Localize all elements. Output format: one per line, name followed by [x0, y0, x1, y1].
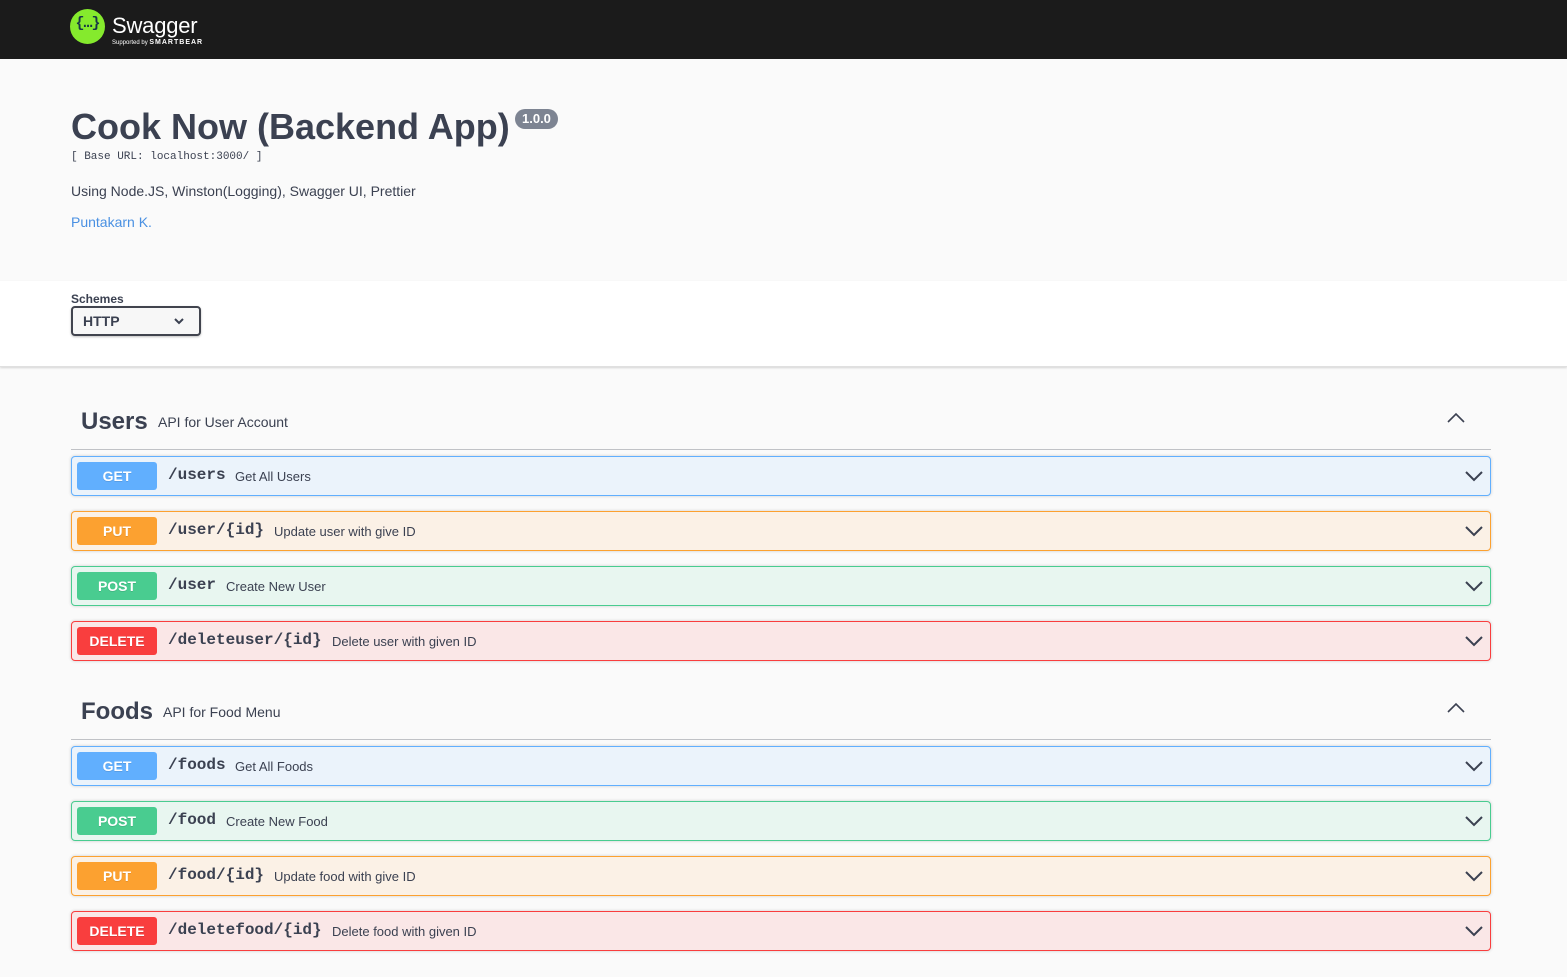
- chevron-down-icon[interactable]: [1464, 578, 1484, 594]
- method-badge: DELETE: [77, 627, 157, 655]
- tag-description: API for User Account: [158, 414, 288, 430]
- chevron-down-icon[interactable]: [1464, 923, 1484, 939]
- swagger-logo[interactable]: {…} Swagger Supported by SMARTBEAR: [70, 9, 222, 46]
- operation-path: /user/{id}: [168, 521, 265, 539]
- chevron-up-icon[interactable]: [1447, 411, 1465, 425]
- method-badge: DELETE: [77, 917, 157, 945]
- schemes-label: Schemes: [71, 292, 124, 306]
- chevron-down-icon[interactable]: [1464, 523, 1484, 539]
- method-badge: POST: [77, 572, 157, 600]
- chevron-down-icon: [174, 318, 184, 325]
- operation-put-food[interactable]: PUT /food/{id} Update food with give ID: [71, 856, 1491, 896]
- tag-description: API for Food Menu: [163, 704, 281, 720]
- schemes-select[interactable]: HTTP: [71, 306, 201, 336]
- operation-summary: Get All Foods: [235, 759, 314, 774]
- method-badge: GET: [77, 462, 157, 490]
- logo-subtitle: Supported by SMARTBEAR: [112, 39, 204, 46]
- chevron-up-icon[interactable]: [1447, 701, 1465, 715]
- method-badge: GET: [77, 752, 157, 780]
- swagger-logo-icon: {…}: [70, 9, 105, 44]
- chevron-down-icon[interactable]: [1464, 868, 1484, 884]
- operation-path: /food: [168, 811, 217, 829]
- operation-path: /users: [168, 466, 226, 484]
- operation-path: /food/{id}: [168, 866, 265, 884]
- operation-summary: Create New Food: [226, 814, 328, 829]
- operation-path: /deleteuser/{id}: [168, 631, 322, 649]
- operation-summary: Delete user with given ID: [332, 634, 477, 649]
- api-description: Using Node.JS, Winston(Logging), Swagger…: [71, 183, 416, 199]
- operation-summary: Delete food with given ID: [332, 924, 477, 939]
- operation-summary: Get All Users: [235, 469, 311, 484]
- tag-section-users[interactable]: Users API for User Account: [71, 390, 1491, 450]
- version-badge: 1.0.0: [515, 109, 558, 129]
- schemes-selected-value: HTTP: [83, 313, 120, 329]
- method-badge: PUT: [77, 862, 157, 890]
- api-title: Cook Now (Backend App): [71, 106, 510, 147]
- swagger-wordmark: Swagger Supported by SMARTBEAR: [112, 9, 222, 46]
- operation-post-user[interactable]: POST /user Create New User: [71, 566, 1491, 606]
- method-badge: POST: [77, 807, 157, 835]
- operation-summary: Create New User: [226, 579, 326, 594]
- tag-section-foods[interactable]: Foods API for Food Menu: [71, 680, 1491, 740]
- chevron-down-icon[interactable]: [1464, 813, 1484, 829]
- operation-delete-food[interactable]: DELETE /deletefood/{id} Delete food with…: [71, 911, 1491, 951]
- chevron-down-icon[interactable]: [1464, 468, 1484, 484]
- operation-path: /deletefood/{id}: [168, 921, 322, 939]
- operation-get-foods[interactable]: GET /foods Get All Foods: [71, 746, 1491, 786]
- method-badge: PUT: [77, 517, 157, 545]
- operation-put-user[interactable]: PUT /user/{id} Update user with give ID: [71, 511, 1491, 551]
- operation-summary: Update user with give ID: [274, 524, 416, 539]
- operation-get-users[interactable]: GET /users Get All Users: [71, 456, 1491, 496]
- chevron-down-icon[interactable]: [1464, 633, 1484, 649]
- tag-name: Users: [81, 408, 148, 435]
- operation-delete-user[interactable]: DELETE /deleteuser/{id} Delete user with…: [71, 621, 1491, 661]
- operation-path: /foods: [168, 756, 226, 774]
- logo-name: Swagger: [112, 13, 198, 38]
- topbar: {…} Swagger Supported by SMARTBEAR: [0, 0, 1567, 59]
- operation-summary: Update food with give ID: [274, 869, 416, 884]
- operation-post-food[interactable]: POST /food Create New Food: [71, 801, 1491, 841]
- base-url: [ Base URL: localhost:3000/ ]: [71, 151, 263, 163]
- chevron-down-icon[interactable]: [1464, 758, 1484, 774]
- operation-path: /user: [168, 576, 217, 594]
- tag-name: Foods: [81, 698, 153, 725]
- schemes-container: Schemes HTTP: [0, 281, 1567, 367]
- contact-link[interactable]: Puntakarn K.: [71, 214, 152, 230]
